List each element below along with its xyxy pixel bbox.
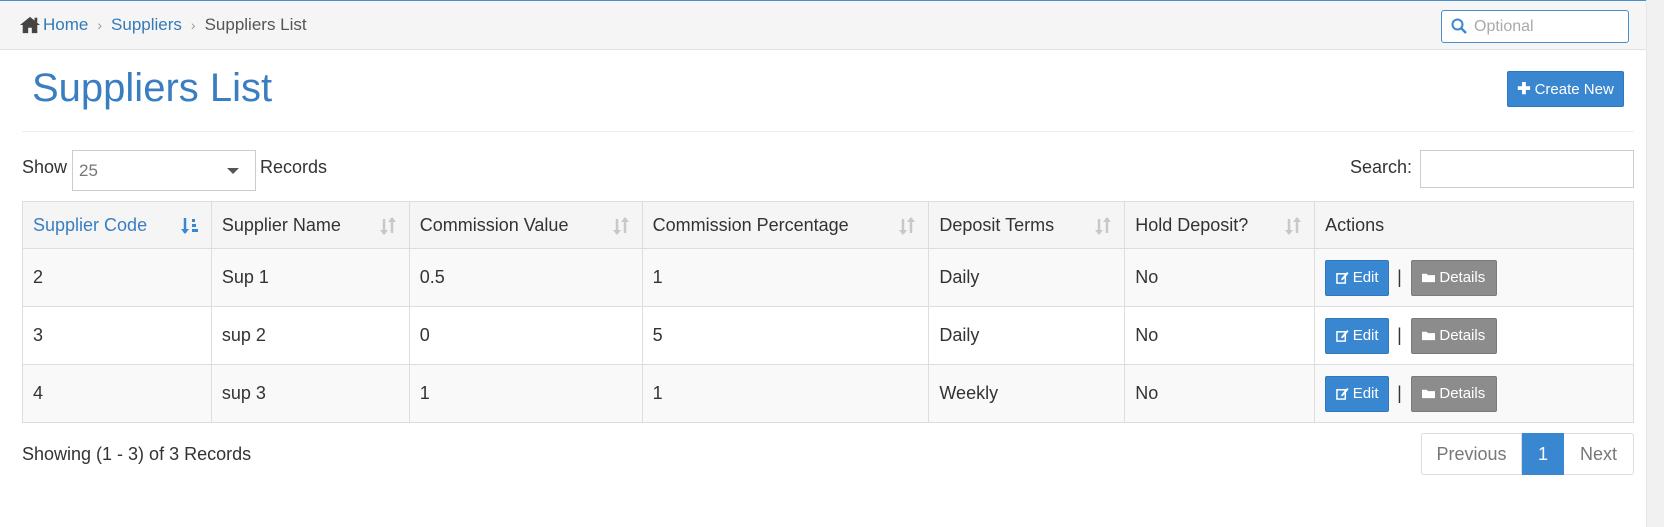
details-label: Details (1439, 327, 1486, 344)
column-header-label: Deposit Terms (939, 214, 1055, 235)
table-row: 3 sup 2 0 5 Daily No Edit | Details (22, 306, 1634, 365)
create-new-label: Create New (1534, 80, 1614, 98)
details-button[interactable]: Details (1410, 259, 1497, 296)
cell-deposit-terms: Daily (928, 306, 1126, 365)
edit-label: Edit (1352, 327, 1379, 344)
details-button[interactable]: Details (1410, 317, 1497, 354)
suppliers-table: Supplier Code Supplier Name Commission V… (22, 201, 1634, 423)
plus-icon: ✚ (1517, 81, 1531, 98)
cell-commission-value: 0.5 (408, 248, 643, 307)
folder-icon (1422, 273, 1436, 283)
table-header-row: Supplier Code Supplier Name Commission V… (22, 201, 1634, 249)
sort-asc-icon (180, 218, 198, 234)
table-row: 2 Sup 1 0.5 1 Daily No Edit | Details (22, 248, 1634, 307)
column-header-commission-percentage[interactable]: Commission Percentage (641, 201, 930, 249)
top-search-input[interactable] (1472, 14, 1626, 40)
column-header-label: Actions (1325, 214, 1385, 235)
edit-label: Edit (1352, 385, 1379, 402)
column-header-commission-value[interactable]: Commission Value (408, 201, 643, 249)
divider (22, 131, 1634, 132)
breadcrumb-suppliers-link[interactable]: Suppliers (111, 15, 182, 35)
cell-supplier-code: 2 (22, 248, 212, 307)
folder-icon (1422, 331, 1436, 341)
sort-icon (899, 217, 916, 235)
column-header-label: Commission Value (419, 214, 569, 235)
cell-commission-value: 0 (408, 306, 643, 365)
edit-icon (1335, 329, 1349, 342)
breadcrumb-home-link[interactable]: Home (43, 15, 88, 35)
column-header-deposit-terms[interactable]: Deposit Terms (928, 201, 1126, 249)
home-icon (20, 16, 40, 34)
cell-hold-deposit: No (1124, 306, 1316, 365)
sort-icon (1095, 217, 1112, 235)
cell-deposit-terms: Weekly (928, 364, 1126, 423)
folder-icon (1422, 389, 1436, 399)
cell-supplier-name: sup 2 (210, 306, 410, 365)
cell-commission-percentage: 1 (641, 248, 930, 307)
top-search-field[interactable] (1441, 10, 1629, 43)
cell-commission-percentage: 5 (641, 306, 930, 365)
column-header-label: Commission Percentage (652, 214, 849, 235)
column-header-label: Supplier Code (33, 214, 148, 235)
search-icon (1451, 18, 1467, 34)
breadcrumb-chevron-icon: › (190, 17, 196, 33)
scrollbar[interactable] (1646, 0, 1664, 527)
edit-button[interactable]: Edit (1325, 317, 1390, 354)
edit-button[interactable]: Edit (1325, 259, 1390, 296)
edit-label: Edit (1352, 269, 1379, 286)
details-label: Details (1439, 385, 1486, 402)
cell-commission-value: 1 (408, 364, 643, 423)
column-header-supplier-code[interactable]: Supplier Code (22, 201, 212, 249)
cell-supplier-name: sup 3 (210, 364, 410, 423)
page-title: Suppliers List (32, 66, 273, 110)
edit-icon (1335, 387, 1349, 400)
column-header-actions: Actions (1314, 201, 1634, 249)
breadcrumb: Home › Suppliers › Suppliers List (19, 15, 307, 35)
action-separator: | (1397, 267, 1402, 287)
action-separator: | (1397, 383, 1402, 403)
cell-supplier-code: 3 (22, 306, 212, 365)
create-new-button[interactable]: ✚ Create New (1507, 71, 1624, 107)
caret-down-icon (227, 168, 239, 174)
pagination: Previous 1 Next (1421, 433, 1634, 475)
column-header-label: Hold Deposit? (1135, 214, 1249, 235)
action-separator: | (1397, 325, 1402, 345)
table-row: 4 sup 3 1 1 Weekly No Edit | Details (22, 364, 1634, 423)
show-label: Show (22, 157, 68, 177)
cell-actions: Edit | Details (1314, 306, 1634, 365)
column-header-supplier-name[interactable]: Supplier Name (210, 201, 410, 249)
breadcrumb-chevron-icon: › (97, 17, 103, 33)
records-per-page-select[interactable]: 25 (72, 150, 256, 191)
details-button[interactable]: Details (1410, 375, 1497, 412)
column-header-label: Supplier Name (221, 214, 341, 235)
sort-icon (1285, 217, 1302, 235)
top-bar: Home › Suppliers › Suppliers List (0, 1, 1664, 50)
edit-icon (1335, 271, 1349, 284)
breadcrumb-current: Suppliers List (204, 15, 307, 34)
cell-supplier-code: 4 (22, 364, 212, 423)
sort-icon (612, 217, 629, 235)
column-header-hold-deposit[interactable]: Hold Deposit? (1124, 201, 1316, 249)
next-page-button[interactable]: Next (1564, 433, 1634, 475)
cell-supplier-name: Sup 1 (210, 248, 410, 307)
cell-commission-percentage: 1 (641, 364, 930, 423)
cell-actions: Edit | Details (1314, 364, 1634, 423)
records-per-page-value: 25 (79, 161, 98, 180)
records-label: Records (260, 157, 328, 177)
cell-hold-deposit: No (1124, 248, 1316, 307)
cell-actions: Edit | Details (1314, 248, 1634, 307)
table-info: Showing (1 - 3) of 3 Records (22, 444, 252, 464)
cell-deposit-terms: Daily (928, 248, 1126, 307)
sort-icon (379, 217, 396, 235)
page-1-button[interactable]: 1 (1522, 433, 1564, 475)
cell-hold-deposit: No (1124, 364, 1316, 423)
details-label: Details (1439, 269, 1486, 286)
edit-button[interactable]: Edit (1325, 375, 1390, 412)
table-search-input[interactable] (1420, 150, 1634, 188)
previous-page-button[interactable]: Previous (1421, 433, 1522, 475)
search-label: Search: (1350, 157, 1413, 177)
